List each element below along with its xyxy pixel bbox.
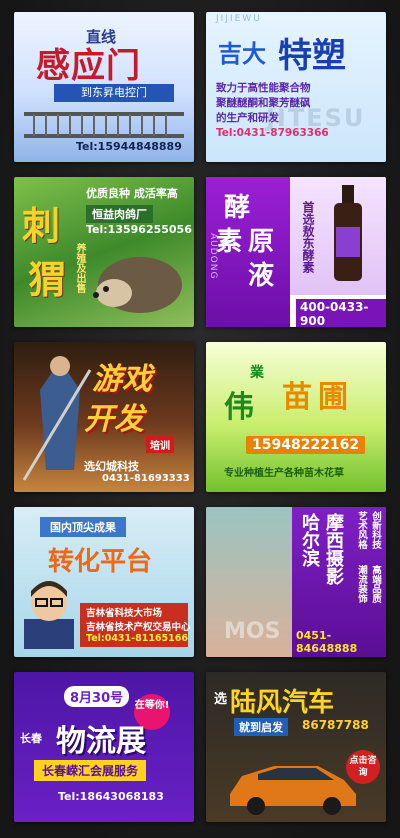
ad-band: 长春嵘汇会展服务 (34, 760, 147, 781)
ad-banner: 到东昇电控门 (54, 84, 174, 102)
ad-tile-enzyme[interactable]: 酵 素 原 液 AUDONG 首选敖东酵素 400-0433-900 (206, 177, 386, 327)
ad-date: 8月30号 (64, 686, 130, 707)
ad-feature: 创新科技 (370, 511, 381, 549)
ad-title-char: 酵 (224, 193, 251, 223)
ad-tile-sensor-door[interactable]: 直线 感应门 到东昇电控门 Tel:15944848889 (14, 12, 194, 162)
ad-line: 吉林省技术产权交易中心 (86, 622, 191, 633)
ad-city: 哈尔滨 (299, 513, 320, 567)
ad-phone: Tel:18643068183 (58, 790, 164, 803)
ad-title-small: 吉大 (218, 40, 266, 68)
ad-title: 开发 (84, 402, 144, 437)
ad-phone: 15948222162 (246, 436, 366, 454)
consult-button[interactable]: 点击咨询 (346, 750, 380, 784)
ad-title: 物流展 (56, 724, 146, 759)
ad-title-char: 伟 (224, 390, 254, 425)
ad-phone: Tel:15944848889 (76, 140, 182, 153)
ad-phone: 86787788 (302, 718, 369, 732)
ad-phone: Tel:0431-81165166 (86, 633, 188, 644)
watermark-text: MOS (224, 619, 281, 644)
ad-title-char: 苗 (282, 380, 312, 415)
ad-title-char: 業 (250, 365, 264, 381)
ad-description: 专业种植生产各种苗木花草 (224, 468, 344, 479)
ad-title: 感应门 (36, 46, 141, 86)
ad-title-char: 液 (248, 261, 275, 291)
ad-tile-hedgehog[interactable]: 刺 猬 优质良种 成活率高 恒益肉鸽厂 Tel:13596255056 养殖及出… (14, 177, 194, 327)
ad-slogan: 优质良种 成活率高 (86, 187, 178, 200)
ad-tile-photo-studio[interactable]: MOS 哈尔滨 摩西摄影 创新科技 艺术风格 高端品质 潮流装饰 0451-84… (206, 507, 386, 657)
gate-illustration (24, 112, 184, 138)
ad-farm-name: 恒益肉鸽厂 (86, 205, 153, 223)
ad-tag: 培训 (146, 436, 174, 453)
ad-tile-tech-platform[interactable]: 国内顶尖成果 转化平台 吉林省科技大市场 吉林省技术产权交易中心 Tel:043… (14, 507, 194, 657)
ad-feature: 高端品质 (370, 565, 381, 603)
ad-line: 吉林省科技大市场 (86, 608, 163, 619)
ad-title-large: 特塑 (278, 36, 346, 76)
ad-tag: 就到启发 (234, 718, 288, 736)
watermark-text: JIJIEWU (216, 14, 262, 24)
ad-prefix: 选 (214, 692, 228, 707)
ad-tile-plastics[interactable]: JIJIEWU 吉大 特塑 JITESU 致力于高性能聚合物 聚醚醚酮和聚芳醚砜… (206, 12, 386, 162)
ad-tile-nursery[interactable]: 伟 業 苗 圃 15948222162 专业种植生产各种苗木花草 (206, 342, 386, 492)
ad-phone: 0451-84648888 (296, 629, 358, 655)
ad-title-char: 原 (248, 227, 275, 257)
ad-title: 游戏 (92, 362, 152, 397)
ad-title-char: 刺 (22, 204, 61, 248)
ad-title: 陆风汽车 (230, 688, 335, 718)
ad-tile-game-dev[interactable]: 游戏 开发 培训 选幻城科技 0431-81693333 (14, 342, 194, 492)
ad-tile-logistics-expo[interactable]: 8月30号 在等你! 长春 物流展 长春嵘汇会展服务 Tel:186430681… (14, 672, 194, 822)
ad-company: 选幻城科技 (84, 460, 139, 473)
ad-title-char: 猬 (28, 258, 67, 302)
ad-feature: 艺术风格 (356, 511, 367, 549)
ad-title-char: 圃 (318, 380, 348, 415)
ad-phone: 400-0433-900 (296, 299, 386, 327)
ad-tile-car[interactable]: 选 陆风汽车 就到启发 86787788 点击咨询 (206, 672, 386, 822)
ad-line: 聚醚醚酮和聚芳醚砜 (216, 97, 311, 109)
ad-vertical-text: 首选敖东酵素 (301, 201, 315, 273)
brand-en: AUDONG (208, 233, 218, 280)
ad-line: 的生产和研发 (216, 112, 279, 124)
avatar (24, 581, 74, 649)
bottle-illustration (334, 185, 362, 281)
ad-feature: 潮流装饰 (356, 565, 367, 603)
ad-title-char: 素 (216, 227, 243, 257)
ad-ribbon: 国内顶尖成果 (40, 517, 126, 537)
ad-phone: Tel:13596255056 (86, 223, 192, 236)
car-illustration (230, 766, 356, 815)
ad-phone: Tel:0431-87963366 (216, 127, 329, 139)
ad-title: 摩西摄影 (323, 513, 344, 585)
ad-phone: 0431-81693333 (102, 473, 190, 484)
ad-grid: 直线 感应门 到东昇电控门 Tel:15944848889 JIJIEWU 吉大… (0, 0, 400, 838)
ad-line: 致力于高性能聚合物 (216, 82, 311, 94)
hedgehog-illustration (93, 257, 182, 313)
ad-city: 长春 (20, 732, 42, 745)
